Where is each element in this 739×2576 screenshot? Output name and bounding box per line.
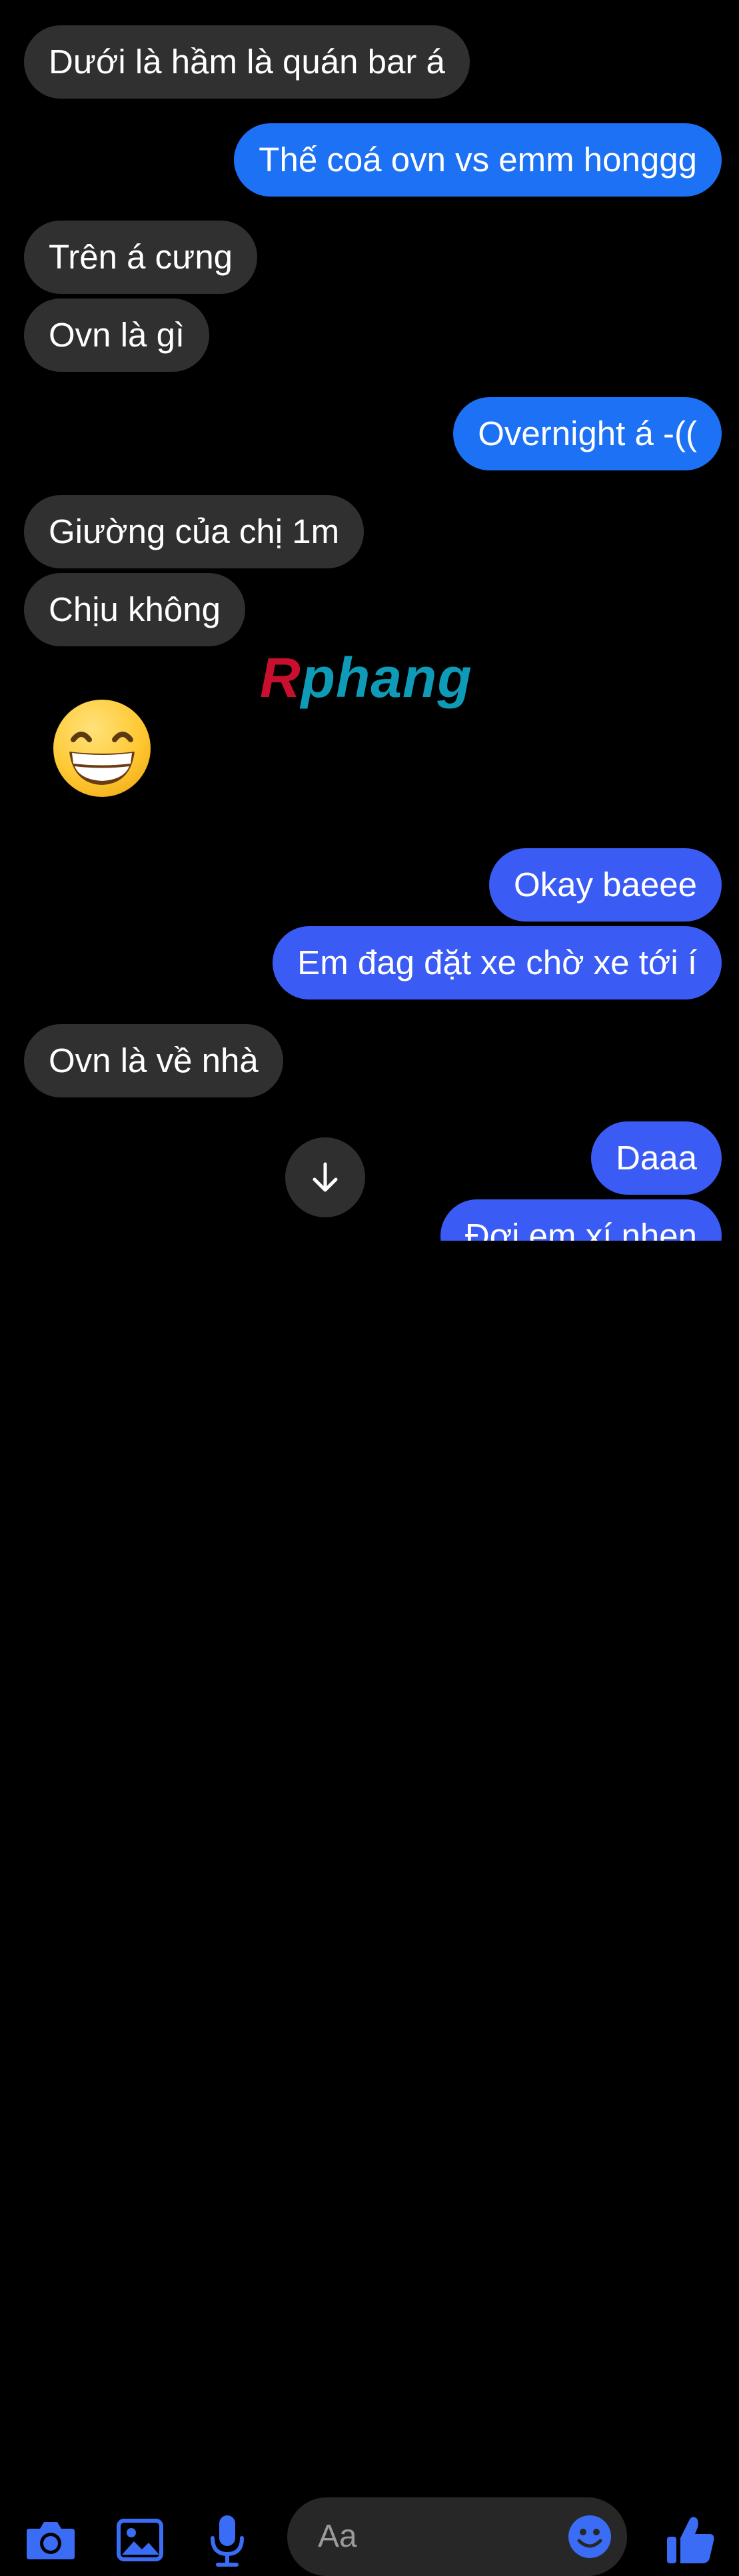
message-input-placeholder: Aa (318, 2519, 357, 2554)
photo-icon (117, 2519, 163, 2561)
thumbs-up-icon (667, 2517, 714, 2563)
message-received[interactable]: Dưới là hầm là quán bar á (24, 25, 470, 99)
emoji-icon (568, 2515, 611, 2558)
watermark-logo: Rphang (260, 646, 472, 709)
emoji-picker-button[interactable] (567, 2514, 612, 2559)
scroll-to-bottom-button[interactable] (285, 1137, 365, 1217)
grinning-face-icon (69, 732, 135, 785)
camera-button[interactable] (24, 2513, 77, 2567)
camera-icon (27, 2522, 75, 2559)
message-received[interactable]: Ovn là gì (24, 299, 210, 372)
message-sent[interactable]: Thế coá ovn vs emm honggg (234, 123, 722, 197)
message-received[interactable]: Trên á cưng (24, 221, 258, 294)
message-sent[interactable]: Em đag đặt xe chờ xe tới í (273, 926, 722, 999)
message-received[interactable]: Giường của chị 1m (24, 495, 365, 568)
message-sent[interactable]: Okay baeee (488, 848, 722, 922)
message-input[interactable]: Aa (287, 2497, 627, 2576)
thumbs-up-button[interactable] (660, 2509, 720, 2569)
composer-bar: Aa (0, 1241, 739, 2576)
message-sent[interactable]: Daaa (591, 1121, 722, 1195)
message-received[interactable]: Chịu không (24, 573, 246, 646)
message-list[interactable]: Dưới là hầm là quán bar á Thế coá ovn vs… (0, 0, 739, 1241)
grinning-emoji-message[interactable] (53, 700, 151, 797)
microphone-button[interactable] (204, 2511, 251, 2571)
message-received[interactable]: Ovn là về nhà (24, 1024, 283, 1097)
arrow-down-icon (313, 1162, 338, 1192)
photo-button[interactable] (115, 2515, 165, 2565)
microphone-icon (211, 2515, 244, 2567)
message-sent[interactable]: Đợi em xí nhen (440, 1199, 722, 1241)
message-sent[interactable]: Overnight á -(( (453, 397, 722, 470)
